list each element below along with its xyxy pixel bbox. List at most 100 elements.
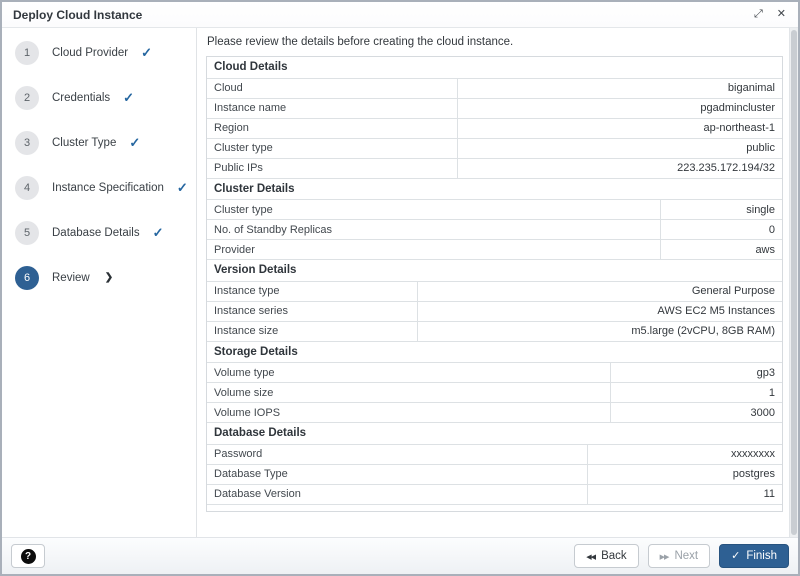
finish-button[interactable]: ✓ Finish <box>719 544 789 568</box>
next-button-label: Next <box>674 550 698 562</box>
row-label: Provider <box>207 240 660 260</box>
database-details-table: Database Details Password xxxxxxxx Datab… <box>207 423 782 505</box>
table-row: Database Type postgres <box>207 464 782 484</box>
back-button-label: Back <box>601 550 627 562</box>
row-value: 3000 <box>610 403 782 423</box>
scrollbar-thumb[interactable] <box>791 30 797 535</box>
row-value: 11 <box>587 484 782 504</box>
step-database-details[interactable]: 5 Database Details ✓ <box>2 210 196 255</box>
row-label: Volume type <box>207 363 610 383</box>
step-number-badge: 4 <box>15 176 39 200</box>
step-active-chevron-icon: ❯ <box>105 272 113 283</box>
close-icon[interactable]: ✕ <box>777 9 786 20</box>
table-row: Instance series AWS EC2 M5 Instances <box>207 301 782 321</box>
row-label: Instance series <box>207 301 417 321</box>
dialog-titlebar: Deploy Cloud Instance ⤢ ✕ <box>2 2 798 28</box>
step-label: Credentials <box>52 92 110 104</box>
row-value: postgres <box>587 464 782 484</box>
table-row: Volume type gp3 <box>207 363 782 383</box>
finish-check-icon: ✓ <box>731 551 740 562</box>
step-cloud-provider[interactable]: 1 Cloud Provider ✓ <box>2 30 196 75</box>
row-value: xxxxxxxx <box>587 444 782 464</box>
help-button[interactable]: ? <box>11 544 45 568</box>
section-title: Cluster Details <box>207 179 782 200</box>
wizard-steps-sidebar: 1 Cloud Provider ✓ 2 Credentials ✓ 3 Clu… <box>2 28 197 537</box>
next-icon: ▶▶ <box>660 554 669 561</box>
row-label: Volume size <box>207 383 610 403</box>
section-title: Database Details <box>207 423 782 444</box>
row-value: gp3 <box>610 363 782 383</box>
row-label: Instance size <box>207 321 417 341</box>
titlebar-icons: ⤢ ✕ <box>754 9 786 20</box>
footer-buttons: ◀◀ Back ▶▶ Next ✓ Finish <box>574 544 789 568</box>
step-complete-check-icon: ✓ <box>123 91 134 104</box>
row-value: m5.large (2vCPU, 8GB RAM) <box>417 321 782 341</box>
row-label: Cluster type <box>207 200 660 220</box>
table-row: Volume IOPS 3000 <box>207 403 782 423</box>
step-credentials[interactable]: 2 Credentials ✓ <box>2 75 196 120</box>
step-label: Review <box>52 272 90 284</box>
back-button[interactable]: ◀◀ Back <box>574 544 638 568</box>
table-row: Region ap-northeast-1 <box>207 118 782 138</box>
step-label: Cloud Provider <box>52 47 128 59</box>
step-number-badge: 1 <box>15 41 39 65</box>
row-value: AWS EC2 M5 Instances <box>417 301 782 321</box>
table-row: Database Version 11 <box>207 484 782 504</box>
row-label: Password <box>207 444 587 464</box>
step-number-badge: 5 <box>15 221 39 245</box>
row-label: Region <box>207 118 457 138</box>
section-title: Storage Details <box>207 342 782 363</box>
row-label: Database Type <box>207 464 587 484</box>
row-value: biganimal <box>457 78 782 98</box>
storage-details-table: Storage Details Volume type gp3 Volume s… <box>207 342 782 424</box>
row-value: aws <box>660 240 782 260</box>
row-value: public <box>457 138 782 158</box>
section-title: Cloud Details <box>207 57 782 78</box>
table-row: Cloud biganimal <box>207 78 782 98</box>
table-row: Public IPs 223.235.172.194/32 <box>207 158 782 178</box>
table-row: Cluster type single <box>207 200 782 220</box>
next-button[interactable]: ▶▶ Next <box>648 544 710 568</box>
help-icon: ? <box>21 549 36 564</box>
row-value: 0 <box>660 220 782 240</box>
table-row: Provider aws <box>207 240 782 260</box>
cloud-details-table: Cloud Details Cloud biganimal Instance n… <box>207 57 782 179</box>
dialog-body: 1 Cloud Provider ✓ 2 Credentials ✓ 3 Clu… <box>2 28 798 537</box>
finish-button-label: Finish <box>746 550 777 562</box>
step-number-badge: 3 <box>15 131 39 155</box>
maximize-icon[interactable]: ⤢ <box>754 9 763 20</box>
step-complete-check-icon: ✓ <box>141 46 152 59</box>
step-complete-check-icon: ✓ <box>129 136 140 149</box>
row-label: Volume IOPS <box>207 403 610 423</box>
step-review[interactable]: 6 Review ❯ <box>2 255 196 300</box>
step-complete-check-icon: ✓ <box>153 226 164 239</box>
row-label: No. of Standby Replicas <box>207 220 660 240</box>
review-tables-container: Cloud Details Cloud biganimal Instance n… <box>206 56 783 512</box>
table-row: Password xxxxxxxx <box>207 444 782 464</box>
step-number-badge: 6 <box>15 266 39 290</box>
row-label: Instance type <box>207 281 417 301</box>
table-row: Cluster type public <box>207 138 782 158</box>
review-scroll-area: Please review the details before creatin… <box>197 28 789 537</box>
step-instance-specification[interactable]: 4 Instance Specification ✓ <box>2 165 196 210</box>
step-complete-check-icon: ✓ <box>177 181 188 194</box>
row-label: Public IPs <box>207 158 457 178</box>
step-number-badge: 2 <box>15 86 39 110</box>
version-details-table: Version Details Instance type General Pu… <box>207 260 782 342</box>
table-row: Instance name pgadmincluster <box>207 98 782 118</box>
step-cluster-type[interactable]: 3 Cluster Type ✓ <box>2 120 196 165</box>
table-row: No. of Standby Replicas 0 <box>207 220 782 240</box>
row-value: ap-northeast-1 <box>457 118 782 138</box>
review-content: Please review the details before creatin… <box>197 28 798 537</box>
table-row: Instance type General Purpose <box>207 281 782 301</box>
section-title: Version Details <box>207 260 782 281</box>
table-row: Instance size m5.large (2vCPU, 8GB RAM) <box>207 321 782 341</box>
dialog-title: Deploy Cloud Instance <box>13 8 142 22</box>
step-label: Instance Specification <box>52 182 164 194</box>
cluster-details-table: Cluster Details Cluster type single No. … <box>207 179 782 261</box>
row-label: Cloud <box>207 78 457 98</box>
row-value: single <box>660 200 782 220</box>
deploy-cloud-instance-dialog: Deploy Cloud Instance ⤢ ✕ 1 Cloud Provid… <box>0 0 800 576</box>
dialog-footer: ? ◀◀ Back ▶▶ Next ✓ Finish <box>2 537 798 574</box>
vertical-scrollbar[interactable] <box>789 28 798 537</box>
